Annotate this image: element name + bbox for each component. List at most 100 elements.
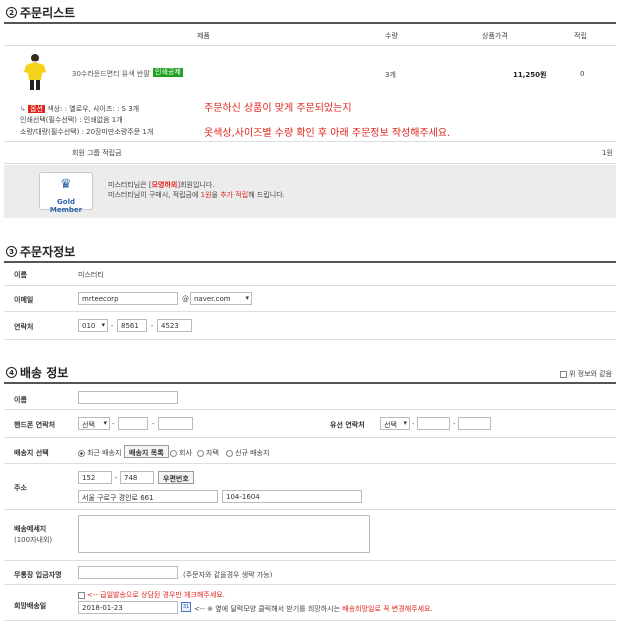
address2-input[interactable]: 104-1604 <box>222 490 362 503</box>
orderer-name-value: 미스터티 <box>78 271 104 279</box>
phone-mid-input[interactable]: 8561 <box>117 319 147 332</box>
mobile-prefix-select[interactable]: 선택 <box>78 417 110 430</box>
order-table-header: 제품 수량 상품가격 적립 <box>4 24 616 46</box>
divider <box>4 285 616 286</box>
email-domain-select[interactable]: naver.com <box>190 292 252 305</box>
same-as-above-checkbox[interactable]: 위 정보와 같음 <box>560 369 612 379</box>
phone-prefix-select[interactable]: 010 <box>78 319 108 332</box>
orderer-title: 3 주문자정보 <box>6 243 75 260</box>
checkbox-icon <box>560 370 567 378</box>
col-price: 상품가격 <box>482 32 508 40</box>
dash: - <box>151 322 154 330</box>
option-badge: 옵션 <box>28 105 45 113</box>
urgent-checkbox[interactable]: <-- 급일발송으로 상담된 경우만 체크해주세요. <box>78 590 225 600</box>
section-title-text: 배송 정보 <box>20 366 69 380</box>
member-grade-text: 미스터티님은 [모영하외]회원입니다. <box>108 181 215 189</box>
member-info-box: ♛ Gold Member 미스터티님은 [모영하외]회원입니다. 미스터티님이… <box>4 165 616 218</box>
divider <box>4 261 616 263</box>
notice-line-2: 옷색상,사이즈별 수량 확인 후 아래 주문정보 작성해주세요. <box>204 128 451 139</box>
option-text-1: 색상: : 옐로우, 사이즈: : S 3개 <box>47 105 140 113</box>
address-label: 주소 <box>14 484 27 492</box>
option-line-2: 인쇄선택(필수선택) : 인쇄없음 1개 <box>20 116 123 124</box>
point-value: 0 <box>580 70 585 78</box>
depositor-input[interactable] <box>78 566 178 579</box>
mobile-last-input[interactable] <box>158 417 193 430</box>
depositor-hint: (주문자와 같을경우 생략 가능) <box>183 571 273 579</box>
orderer-email-label: 이메일 <box>14 296 34 304</box>
col-product: 제품 <box>197 32 210 40</box>
section-number: 2 <box>6 7 17 18</box>
message-label: 배송메세지 <box>14 525 47 533</box>
dash: - <box>111 322 114 330</box>
message-sublabel: (100자내외) <box>14 536 53 544</box>
orderer-phone-label: 연락처 <box>14 323 34 331</box>
divider <box>4 437 616 438</box>
mobile-mid-input[interactable] <box>118 417 148 430</box>
divider <box>4 509 616 510</box>
divider <box>4 141 616 142</box>
price-value: 11,250원 <box>513 71 547 79</box>
radio-icon <box>170 449 177 457</box>
dash: - <box>412 420 415 428</box>
dest-company-radio[interactable]: 회사 <box>170 448 192 458</box>
zip1-input[interactable]: 152 <box>78 471 112 484</box>
divider <box>4 620 616 621</box>
email-id-input[interactable]: mrteecorp <box>78 292 178 305</box>
col-qty: 수량 <box>385 32 398 40</box>
radio-icon <box>197 449 204 457</box>
desired-date-input[interactable]: 2018-01-23 <box>78 601 178 614</box>
date-hint: <-- ※ 옆에 달력모양 클릭해서 받기를 희망하시는 배송희망일로 꼭 변경… <box>194 605 433 613</box>
dest-recent-radio[interactable]: 최근 배송지 <box>78 448 121 458</box>
message-textarea[interactable] <box>78 515 370 553</box>
section-title-text: 주문자정보 <box>20 245 76 259</box>
landline-label: 유선 연락처 <box>330 421 365 429</box>
section-title-text: 주문리스트 <box>20 6 76 20</box>
option-line-1: ↳ 옵션 색상: : 옐로우, 사이즈: : S 3개 <box>20 104 139 114</box>
divider <box>4 382 616 384</box>
section-number: 3 <box>6 246 17 257</box>
recipient-name-input[interactable] <box>78 391 178 404</box>
product-thumbnail[interactable] <box>20 52 50 92</box>
dash: - <box>112 420 115 428</box>
dest-new-radio[interactable]: 신규 배송지 <box>226 448 269 458</box>
divider <box>4 584 616 585</box>
address1-input[interactable]: 서울 구로구 경인로 661 <box>78 490 218 503</box>
divider <box>4 409 616 410</box>
destination-label: 배송지 선택 <box>14 449 49 457</box>
product-badge: 인쇄공제 <box>153 68 183 77</box>
member-bonus-text: 미스터티님이 구매시, 적립금에 1원을 추가 적립해 드립니다. <box>108 191 285 199</box>
depositor-label: 무통장 입금자명 <box>14 571 62 579</box>
mobile-label: 핸드폰 연락처 <box>14 421 56 429</box>
dest-list-button[interactable]: 배송지 목록 <box>124 445 169 458</box>
product-name[interactable]: 30수라운드면티 유색 반팔 <box>72 69 150 79</box>
dash: - <box>115 474 118 482</box>
dash: - <box>453 420 456 428</box>
tshirt-model-image <box>24 54 46 90</box>
section-number: 4 <box>6 367 17 378</box>
divider <box>4 463 616 464</box>
return-arrow-icon: ↳ <box>20 105 26 113</box>
divider <box>4 560 616 561</box>
landline-last-input[interactable] <box>458 417 491 430</box>
calendar-icon[interactable]: 31 <box>181 602 191 612</box>
option-line-3: 소량/대량(필수선택) : 20장미만소량주문 1개 <box>20 128 154 136</box>
landline-mid-input[interactable] <box>417 417 450 430</box>
notice-line-1: 주문하신 상품이 맞게 주문되었는지 <box>204 103 352 114</box>
dash: - <box>152 420 155 428</box>
crown-icon: ♛ <box>60 177 72 192</box>
divider <box>4 339 616 340</box>
radio-icon <box>78 449 85 457</box>
radio-icon <box>226 449 233 457</box>
at-sign: @ <box>182 295 189 303</box>
group-point-value: 1원 <box>602 149 613 157</box>
dest-home-radio[interactable]: 자택 <box>197 448 219 458</box>
phone-last-input[interactable]: 4523 <box>157 319 192 332</box>
zip2-input[interactable]: 748 <box>120 471 154 484</box>
zipcode-button[interactable]: 우편번호 <box>158 471 194 484</box>
group-point-label: 회원 그룹 적립금 <box>72 149 122 157</box>
checkbox-icon <box>78 591 85 599</box>
gold-member-label: Gold Member <box>49 198 83 214</box>
col-point: 적립 <box>574 32 587 40</box>
landline-prefix-select[interactable]: 선택 <box>380 417 410 430</box>
divider <box>4 163 616 164</box>
